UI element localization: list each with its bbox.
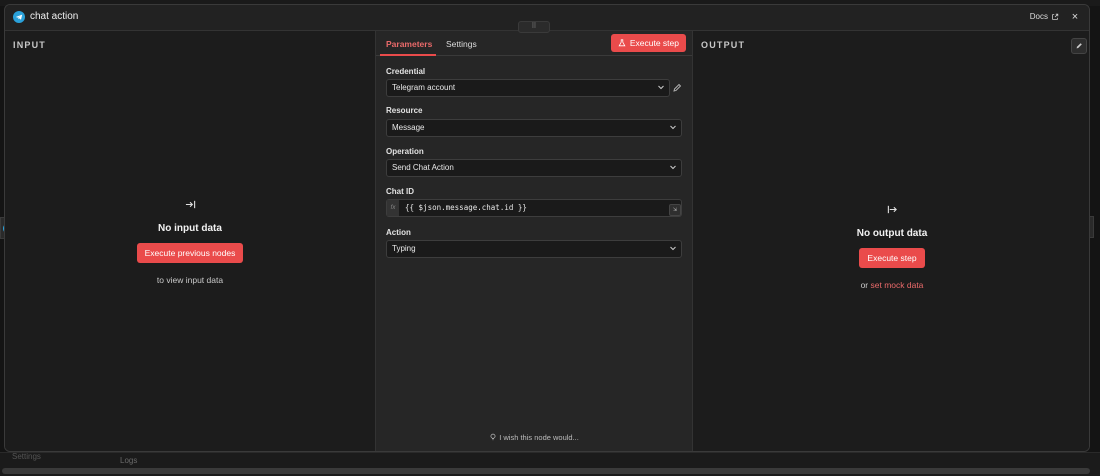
output-hint-prefix: or: [860, 280, 869, 290]
resource-select[interactable]: Message: [386, 119, 682, 137]
resource-value: Message: [392, 123, 425, 132]
action-label: Action: [386, 228, 411, 237]
edit-output-button[interactable]: [1071, 38, 1087, 54]
output-empty-state: No output data Execute step or set mock …: [693, 204, 1089, 290]
input-hint: to view input data: [156, 275, 224, 285]
output-hint: or set mock data: [693, 280, 1089, 290]
pencil-icon: [1076, 43, 1082, 49]
operation-select[interactable]: Send Chat Action: [386, 159, 682, 177]
edit-credential-icon[interactable]: [672, 83, 682, 93]
operation-value: Send Chat Action: [392, 163, 454, 172]
feedback-text: I wish this node would...: [499, 433, 579, 442]
input-panel: INPUT No input data Execute previous nod…: [5, 31, 376, 451]
chat-id-label: Chat ID: [386, 187, 414, 196]
chat-id-expression-input[interactable]: fx {{ $json.message.chat.id }} ⇲: [386, 199, 682, 217]
tab-settings[interactable]: Settings: [446, 39, 477, 49]
credential-select[interactable]: Telegram account: [386, 79, 670, 97]
output-panel: OUTPUT No output data Execute step or se…: [693, 31, 1089, 451]
external-link-icon: [1052, 13, 1059, 20]
output-empty-title: No output data: [856, 228, 928, 239]
node-title[interactable]: chat action: [30, 11, 78, 22]
chevron-down-icon: [670, 165, 676, 170]
flask-icon: [618, 39, 626, 47]
docs-link[interactable]: Docs: [1030, 12, 1059, 21]
resource-label: Resource: [386, 106, 423, 115]
credential-value: Telegram account: [392, 83, 456, 92]
canvas-settings-label[interactable]: Settings: [12, 452, 41, 461]
close-button[interactable]: ×: [1068, 10, 1082, 24]
credential-label: Credential: [386, 67, 426, 76]
operation-label: Operation: [386, 147, 424, 156]
parameters-panel: Parameters Settings Execute step Credent…: [376, 31, 693, 451]
output-execute-step-button[interactable]: Execute step: [859, 248, 925, 268]
telegram-icon: [13, 11, 25, 23]
arrow-right-icon: [693, 204, 1089, 218]
action-select[interactable]: Typing: [386, 240, 682, 258]
input-empty-state: No input data Execute previous nodes to …: [5, 199, 375, 285]
lightbulb-icon: [490, 433, 496, 441]
action-value: Typing: [392, 244, 416, 253]
docs-label: Docs: [1029, 12, 1048, 21]
node-details-modal: chat action Docs × ⠿ INPUT No input data…: [4, 4, 1090, 452]
active-tab-indicator: [380, 54, 436, 56]
drag-handle-icon[interactable]: ⠿: [518, 21, 550, 33]
chevron-down-icon: [670, 125, 676, 130]
execute-step-label: Execute step: [629, 38, 679, 48]
canvas-logs-label[interactable]: Logs: [120, 456, 137, 465]
output-panel-label: OUTPUT: [701, 40, 746, 50]
canvas-scrollbar[interactable]: [2, 468, 1090, 474]
chat-id-value: {{ $json.message.chat.id }}: [405, 203, 527, 212]
tab-parameters[interactable]: Parameters: [386, 39, 432, 49]
expression-fx-icon: fx: [387, 200, 399, 216]
chevron-down-icon: [670, 246, 676, 251]
execute-step-button[interactable]: Execute step: [610, 34, 686, 52]
input-panel-label: INPUT: [13, 40, 46, 50]
set-mock-data-link[interactable]: set mock data: [871, 280, 924, 290]
arrow-to-right-icon: [5, 199, 375, 213]
expand-expression-icon[interactable]: ⇲: [669, 204, 681, 216]
feedback-link[interactable]: I wish this node would...: [376, 433, 692, 442]
params-tabs: Parameters Settings Execute step: [376, 31, 692, 56]
chevron-down-icon: [658, 85, 664, 90]
execute-previous-nodes-button[interactable]: Execute previous nodes: [136, 243, 244, 263]
input-empty-title: No input data: [158, 223, 222, 234]
